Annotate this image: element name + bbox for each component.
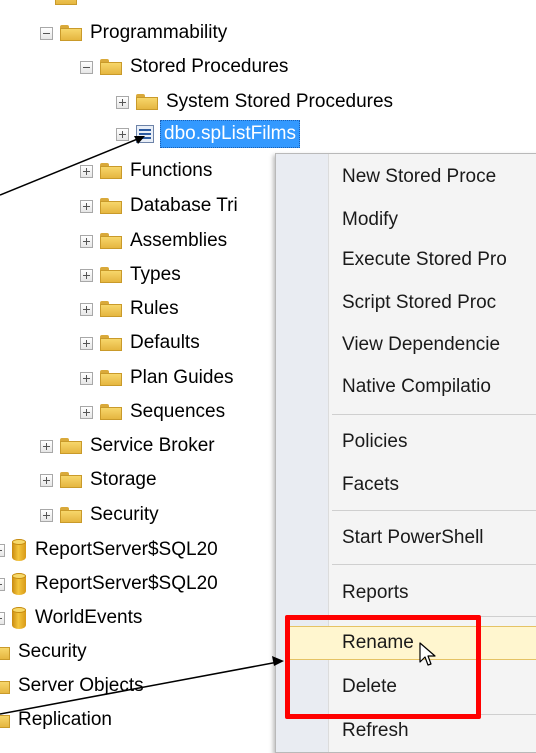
- expand-icon[interactable]: [80, 268, 93, 282]
- tree-node-label: Server Objects: [18, 675, 144, 696]
- expand-icon[interactable]: [80, 199, 93, 213]
- selected-tree-node-label[interactable]: dbo.spListFilms: [160, 120, 300, 148]
- tree-node-types[interactable]: Types: [80, 260, 181, 290]
- tree-node-label: Storage: [90, 469, 157, 490]
- expand-icon[interactable]: [116, 95, 129, 109]
- menu-item-execute-stored-procedure[interactable]: Execute Stored Pro: [342, 249, 507, 271]
- stored-procedure-icon: [136, 125, 154, 143]
- tree-node-sequences[interactable]: Sequences: [80, 397, 225, 427]
- menu-item-reports[interactable]: Reports: [342, 582, 409, 604]
- tree-node-plan-guides[interactable]: Plan Guides: [80, 363, 234, 393]
- folder-icon: [60, 472, 82, 488]
- tree-node-label: Plan Guides: [130, 367, 234, 388]
- tree-node-system-stored-procedures[interactable]: System Stored Procedures: [116, 87, 393, 117]
- tree-node-label: Stored Procedures: [130, 56, 289, 77]
- folder-icon: [100, 370, 122, 386]
- tree-node-storage[interactable]: Storage: [40, 465, 157, 495]
- tree-node-splistfilms[interactable]: dbo.spListFilms: [116, 119, 300, 149]
- folder-icon: [100, 267, 122, 283]
- tree-node-replication[interactable]: Replication: [0, 705, 112, 735]
- tree-node-worldevents[interactable]: WorldEvents: [0, 603, 142, 633]
- menu-item-native-compilation[interactable]: Native Compilatio: [342, 376, 491, 398]
- expand-icon[interactable]: [0, 611, 5, 625]
- folder-icon: [100, 163, 122, 179]
- tree-node-label: Database Tri: [130, 195, 238, 216]
- tree-node-label: Sequences: [130, 401, 226, 422]
- annotation-highlight-box: [285, 615, 481, 719]
- folder-icon: [100, 233, 122, 249]
- menu-item-new-stored-procedure[interactable]: New Stored Proce: [342, 166, 496, 188]
- tree-node-security-inner[interactable]: Security: [40, 500, 159, 530]
- menu-separator: [332, 564, 536, 565]
- folder-icon: [0, 678, 10, 694]
- tree-node-label: Security: [90, 504, 159, 525]
- expand-icon[interactable]: [80, 371, 93, 385]
- folder-icon: [136, 94, 158, 110]
- menu-separator: [332, 510, 536, 511]
- menu-separator: [332, 414, 536, 415]
- menu-item-policies[interactable]: Policies: [342, 431, 407, 453]
- tree-node-stored-procedures[interactable]: Stored Procedures: [80, 52, 288, 82]
- tree-node-defaults[interactable]: Defaults: [80, 328, 200, 358]
- tree-node-label: WorldEvents: [35, 607, 143, 628]
- folder-icon: [60, 507, 82, 523]
- folder-icon: [60, 25, 82, 41]
- expand-icon[interactable]: [0, 543, 5, 557]
- folder-icon: [55, 0, 77, 5]
- folder-icon: [100, 404, 122, 420]
- tree-node-label: Security: [18, 641, 87, 662]
- expand-icon[interactable]: [40, 508, 53, 522]
- expand-icon[interactable]: [0, 577, 5, 591]
- expand-icon[interactable]: [116, 127, 129, 141]
- tree-node-label: ReportServer$SQL20: [35, 573, 218, 594]
- folder-icon: [100, 198, 122, 214]
- tree-node-clipped-top[interactable]: [55, 0, 85, 12]
- tree-node-server-objects[interactable]: Server Objects: [0, 671, 144, 701]
- tree-node-label: Defaults: [130, 332, 200, 353]
- database-icon: [12, 607, 26, 629]
- tree-node-label: System Stored Procedures: [166, 91, 394, 112]
- folder-icon: [0, 644, 10, 660]
- expand-icon[interactable]: [80, 164, 93, 178]
- folder-icon: [100, 335, 122, 351]
- tree-node-label: Assemblies: [130, 230, 228, 251]
- database-icon: [12, 573, 26, 595]
- database-icon: [12, 539, 26, 561]
- folder-icon: [0, 712, 10, 728]
- expand-icon[interactable]: [40, 473, 53, 487]
- tree-node-label: Service Broker: [90, 435, 215, 456]
- menu-item-modify[interactable]: Modify: [342, 209, 398, 231]
- expand-icon[interactable]: [40, 439, 53, 453]
- menu-item-script-stored-procedure[interactable]: Script Stored Proc: [342, 292, 496, 314]
- tree-node-rules[interactable]: Rules: [80, 294, 179, 324]
- menu-item-view-dependencies[interactable]: View Dependencie: [342, 334, 500, 356]
- tree-node-label: Programmability: [90, 22, 228, 43]
- tree-node-reportserver-1[interactable]: ReportServer$SQL20: [0, 535, 218, 565]
- expand-icon[interactable]: [80, 234, 93, 248]
- collapse-icon[interactable]: [40, 26, 53, 40]
- expand-icon[interactable]: [80, 405, 93, 419]
- tree-node-label: Functions: [130, 160, 213, 181]
- expand-icon[interactable]: [80, 302, 93, 316]
- tree-node-database-triggers[interactable]: Database Tri: [80, 191, 238, 221]
- tree-node-service-broker[interactable]: Service Broker: [40, 431, 215, 461]
- menu-item-refresh[interactable]: Refresh: [342, 720, 409, 742]
- menu-item-start-powershell[interactable]: Start PowerShell: [342, 527, 484, 549]
- collapse-icon[interactable]: [80, 60, 93, 74]
- tree-node-label: Replication: [18, 709, 112, 730]
- tree-node-programmability[interactable]: Programmability: [40, 18, 227, 48]
- menu-item-facets[interactable]: Facets: [342, 474, 399, 496]
- tree-node-assemblies[interactable]: Assemblies: [80, 226, 227, 256]
- tree-node-label: Types: [130, 264, 181, 285]
- expand-icon[interactable]: [80, 336, 93, 350]
- folder-icon: [60, 438, 82, 454]
- tree-node-reportserver-2[interactable]: ReportServer$SQL20: [0, 569, 218, 599]
- tree-node-label: Rules: [130, 298, 179, 319]
- tree-node-security-outer[interactable]: Security: [0, 637, 87, 667]
- tree-node-label: ReportServer$SQL20: [35, 539, 218, 560]
- tree-node-functions[interactable]: Functions: [80, 156, 212, 186]
- folder-icon: [100, 59, 122, 75]
- folder-icon: [100, 301, 122, 317]
